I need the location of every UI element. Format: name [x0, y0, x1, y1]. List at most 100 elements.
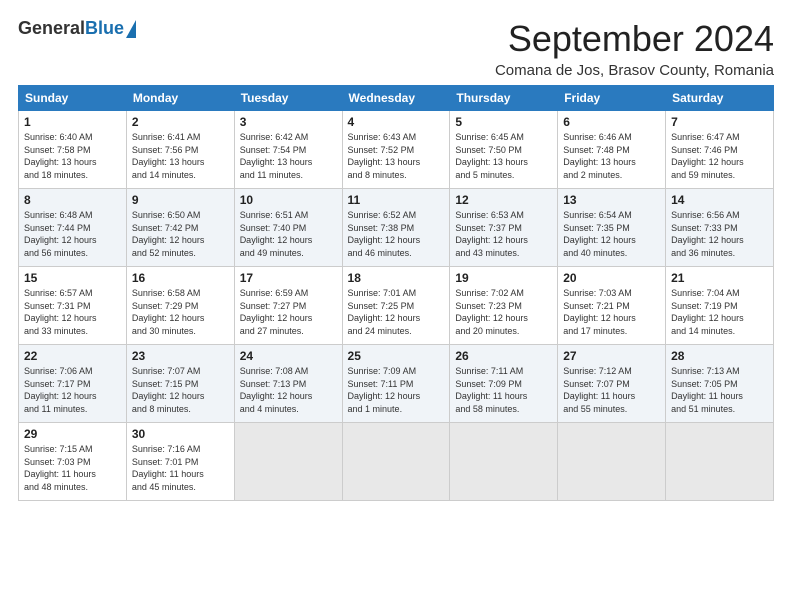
day-number: 2 [132, 115, 229, 129]
day-cell-w2-d4: 12Sunrise: 6:53 AM Sunset: 7:37 PM Dayli… [450, 189, 558, 267]
day-info: Sunrise: 7:13 AM Sunset: 7:05 PM Dayligh… [671, 365, 768, 415]
day-cell-w1-d6: 7 Sunrise: 6:47 AM Sunset: 7:46 PM Daylig… [666, 111, 774, 189]
day-cell-w4-d6: 28 Sunrise: 7:13 AM Sunset: 7:05 PM Dayli… [666, 345, 774, 423]
day-number: 21 [671, 271, 768, 285]
day-number: 25 [348, 349, 445, 363]
header: General Blue September 2024 Comana de Jo… [18, 18, 774, 79]
day-number: 5 [455, 115, 552, 129]
day-info: Sunrise: 6:57 AM Sunset: 7:31 PM Dayligh… [24, 287, 121, 337]
day-info: Sunrise: 6:52 AM Sunset: 7:38 PM Dayligh… [348, 209, 445, 259]
week-row-1: 1 Sunrise: 6:40 AM Sunset: 7:58 PM Daylig… [19, 111, 774, 189]
day-number: 29 [24, 427, 121, 441]
day-cell-w4-d4: 26Sunrise: 7:11 AM Sunset: 7:09 PM Dayli… [450, 345, 558, 423]
day-cell-w5-d1: 30Sunrise: 7:16 AM Sunset: 7:01 PM Dayli… [126, 423, 234, 501]
day-number: 14 [671, 193, 768, 207]
day-info: Sunrise: 7:02 AM Sunset: 7:23 PM Dayligh… [455, 287, 552, 337]
day-cell-w3-d0: 15Sunrise: 6:57 AM Sunset: 7:31 PM Dayli… [19, 267, 127, 345]
day-info: Sunrise: 6:58 AM Sunset: 7:29 PM Dayligh… [132, 287, 229, 337]
day-number: 22 [24, 349, 121, 363]
th-tuesday: Tuesday [234, 86, 342, 111]
day-info: Sunrise: 7:07 AM Sunset: 7:15 PM Dayligh… [132, 365, 229, 415]
day-cell-w1-d1: 2 Sunrise: 6:41 AM Sunset: 7:56 PM Daylig… [126, 111, 234, 189]
day-cell-w4-d0: 22Sunrise: 7:06 AM Sunset: 7:17 PM Dayli… [19, 345, 127, 423]
day-number: 23 [132, 349, 229, 363]
location-title: Comana de Jos, Brasov County, Romania [495, 62, 774, 79]
day-number: 26 [455, 349, 552, 363]
day-cell-w4-d2: 24 Sunrise: 7:08 AM Sunset: 7:13 PM Dayli… [234, 345, 342, 423]
day-info: Sunrise: 7:04 AM Sunset: 7:19 PM Dayligh… [671, 287, 768, 337]
th-saturday: Saturday [666, 86, 774, 111]
logo-triangle-icon [126, 20, 136, 38]
day-cell-w3-d3: 18 Sunrise: 7:01 AM Sunset: 7:25 PM Dayli… [342, 267, 450, 345]
day-number: 28 [671, 349, 768, 363]
day-cell-w1-d5: 6 Sunrise: 6:46 AM Sunset: 7:48 PM Daylig… [558, 111, 666, 189]
day-number: 27 [563, 349, 660, 363]
day-info: Sunrise: 7:09 AM Sunset: 7:11 PM Dayligh… [348, 365, 445, 415]
day-number: 18 [348, 271, 445, 285]
day-cell-w2-d5: 13 Sunrise: 6:54 AM Sunset: 7:35 PM Dayli… [558, 189, 666, 267]
day-info: Sunrise: 6:54 AM Sunset: 7:35 PM Dayligh… [563, 209, 660, 259]
day-cell-w2-d1: 9 Sunrise: 6:50 AM Sunset: 7:42 PM Daylig… [126, 189, 234, 267]
day-cell-w4-d5: 27Sunrise: 7:12 AM Sunset: 7:07 PM Dayli… [558, 345, 666, 423]
day-info: Sunrise: 6:41 AM Sunset: 7:56 PM Dayligh… [132, 131, 229, 181]
day-cell-w4-d1: 23 Sunrise: 7:07 AM Sunset: 7:15 PM Dayli… [126, 345, 234, 423]
day-cell-w2-d3: 11 Sunrise: 6:52 AM Sunset: 7:38 PM Dayli… [342, 189, 450, 267]
month-title: September 2024 [495, 18, 774, 60]
day-info: Sunrise: 7:16 AM Sunset: 7:01 PM Dayligh… [132, 443, 229, 493]
day-cell-w4-d3: 25 Sunrise: 7:09 AM Sunset: 7:11 PM Dayli… [342, 345, 450, 423]
day-info: Sunrise: 6:48 AM Sunset: 7:44 PM Dayligh… [24, 209, 121, 259]
th-monday: Monday [126, 86, 234, 111]
calendar-table: Sunday Monday Tuesday Wednesday Thursday… [18, 85, 774, 501]
day-cell-w1-d3: 4Sunrise: 6:43 AM Sunset: 7:52 PM Daylig… [342, 111, 450, 189]
day-number: 11 [348, 193, 445, 207]
day-cell-w2-d0: 8Sunrise: 6:48 AM Sunset: 7:44 PM Daylig… [19, 189, 127, 267]
day-cell-w5-d3 [342, 423, 450, 501]
week-row-2: 8Sunrise: 6:48 AM Sunset: 7:44 PM Daylig… [19, 189, 774, 267]
logo: General Blue [18, 18, 136, 39]
th-friday: Friday [558, 86, 666, 111]
logo-blue-text: Blue [85, 18, 124, 39]
day-cell-w3-d2: 17 Sunrise: 6:59 AM Sunset: 7:27 PM Dayli… [234, 267, 342, 345]
day-cell-w3-d4: 19Sunrise: 7:02 AM Sunset: 7:23 PM Dayli… [450, 267, 558, 345]
day-cell-w5-d4 [450, 423, 558, 501]
day-cell-w3-d5: 20Sunrise: 7:03 AM Sunset: 7:21 PM Dayli… [558, 267, 666, 345]
th-wednesday: Wednesday [342, 86, 450, 111]
day-info: Sunrise: 6:43 AM Sunset: 7:52 PM Dayligh… [348, 131, 445, 181]
day-info: Sunrise: 6:40 AM Sunset: 7:58 PM Dayligh… [24, 131, 121, 181]
day-cell-w5-d6 [666, 423, 774, 501]
th-thursday: Thursday [450, 86, 558, 111]
day-info: Sunrise: 7:01 AM Sunset: 7:25 PM Dayligh… [348, 287, 445, 337]
day-number: 16 [132, 271, 229, 285]
day-info: Sunrise: 6:45 AM Sunset: 7:50 PM Dayligh… [455, 131, 552, 181]
day-cell-w1-d4: 5 Sunrise: 6:45 AM Sunset: 7:50 PM Daylig… [450, 111, 558, 189]
day-cell-w1-d2: 3Sunrise: 6:42 AM Sunset: 7:54 PM Daylig… [234, 111, 342, 189]
day-info: Sunrise: 7:15 AM Sunset: 7:03 PM Dayligh… [24, 443, 121, 493]
day-number: 20 [563, 271, 660, 285]
day-info: Sunrise: 6:53 AM Sunset: 7:37 PM Dayligh… [455, 209, 552, 259]
logo-general-text: General [18, 18, 85, 39]
day-info: Sunrise: 7:08 AM Sunset: 7:13 PM Dayligh… [240, 365, 337, 415]
day-number: 13 [563, 193, 660, 207]
day-number: 9 [132, 193, 229, 207]
day-number: 1 [24, 115, 121, 129]
day-number: 24 [240, 349, 337, 363]
day-info: Sunrise: 6:46 AM Sunset: 7:48 PM Dayligh… [563, 131, 660, 181]
day-cell-w3-d1: 16 Sunrise: 6:58 AM Sunset: 7:29 PM Dayli… [126, 267, 234, 345]
day-cell-w5-d0: 29 Sunrise: 7:15 AM Sunset: 7:03 PM Dayli… [19, 423, 127, 501]
day-number: 7 [671, 115, 768, 129]
title-section: September 2024 Comana de Jos, Brasov Cou… [495, 18, 774, 79]
week-row-5: 29 Sunrise: 7:15 AM Sunset: 7:03 PM Dayli… [19, 423, 774, 501]
day-cell-w3-d6: 21 Sunrise: 7:04 AM Sunset: 7:19 PM Dayli… [666, 267, 774, 345]
day-info: Sunrise: 6:42 AM Sunset: 7:54 PM Dayligh… [240, 131, 337, 181]
day-cell-w2-d6: 14 Sunrise: 6:56 AM Sunset: 7:33 PM Dayli… [666, 189, 774, 267]
day-info: Sunrise: 6:51 AM Sunset: 7:40 PM Dayligh… [240, 209, 337, 259]
page: General Blue September 2024 Comana de Jo… [0, 0, 792, 612]
week-row-3: 15Sunrise: 6:57 AM Sunset: 7:31 PM Dayli… [19, 267, 774, 345]
day-info: Sunrise: 6:50 AM Sunset: 7:42 PM Dayligh… [132, 209, 229, 259]
day-info: Sunrise: 6:56 AM Sunset: 7:33 PM Dayligh… [671, 209, 768, 259]
day-cell-w5-d5 [558, 423, 666, 501]
day-number: 6 [563, 115, 660, 129]
day-number: 17 [240, 271, 337, 285]
day-info: Sunrise: 6:59 AM Sunset: 7:27 PM Dayligh… [240, 287, 337, 337]
day-info: Sunrise: 6:47 AM Sunset: 7:46 PM Dayligh… [671, 131, 768, 181]
